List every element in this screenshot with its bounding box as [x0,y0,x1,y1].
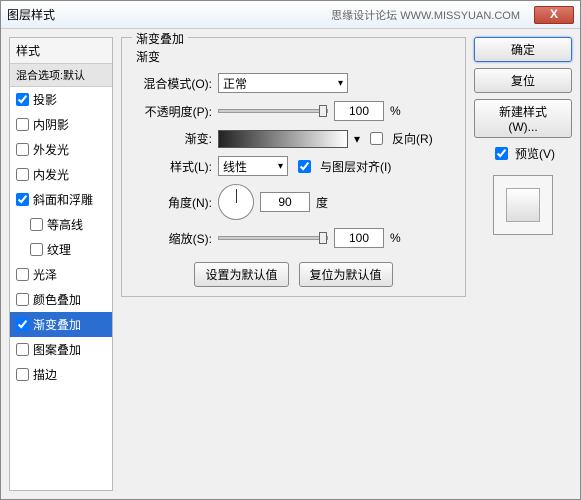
style-item-7[interactable]: 光泽 [10,262,112,287]
style-label: 颜色叠加 [33,291,81,308]
layer-style-dialog: 图层样式 思缘设计论坛 WWW.MISSYUAN.COM X 样式 混合选项:默… [0,0,581,500]
style-label: 投影 [33,91,57,108]
set-default-button[interactable]: 设置为默认值 [194,262,288,287]
cancel-button[interactable]: 复位 [474,68,572,93]
style-item-5[interactable]: 等高线 [10,212,112,237]
preview-checkbox[interactable] [495,147,508,160]
style-label: 渐变叠加 [33,316,81,333]
gradient-label: 渐变: [136,130,212,147]
style-label: 图案叠加 [33,341,81,358]
opacity-input[interactable]: 100 [334,101,384,121]
style-checkbox[interactable] [16,168,29,181]
style-item-11[interactable]: 描边 [10,362,112,387]
style-dropdown[interactable]: 线性 [218,156,288,176]
reverse-checkbox[interactable] [370,132,383,145]
sub-title: 渐变 [136,48,451,65]
scale-input[interactable]: 100 [334,228,384,248]
reverse-label: 反向(R) [392,130,433,147]
style-checkbox[interactable] [16,318,29,331]
watermark: 思缘设计论坛 WWW.MISSYUAN.COM [331,7,520,23]
titlebar[interactable]: 图层样式 思缘设计论坛 WWW.MISSYUAN.COM X [1,1,580,29]
gradient-picker[interactable] [218,130,348,148]
style-item-8[interactable]: 颜色叠加 [10,287,112,312]
style-item-9[interactable]: 渐变叠加 [10,312,112,337]
style-checkbox[interactable] [16,368,29,381]
style-label: 样式(L): [136,158,212,175]
angle-dial[interactable] [218,184,254,220]
style-item-4[interactable]: 斜面和浮雕 [10,187,112,212]
preview-label: 预览(V) [515,145,555,162]
style-item-6[interactable]: 纹理 [10,237,112,262]
style-label: 描边 [33,366,57,383]
ok-button[interactable]: 确定 [474,37,572,62]
reset-default-button[interactable]: 复位为默认值 [299,262,393,287]
style-checkbox[interactable] [16,143,29,156]
style-checkbox[interactable] [16,343,29,356]
dropdown-arrow-icon[interactable]: ▾ [354,132,360,146]
angle-input[interactable]: 90 [260,192,310,212]
close-button[interactable]: X [534,6,574,24]
style-label: 内发光 [33,166,69,183]
style-checkbox[interactable] [16,268,29,281]
align-label: 与图层对齐(I) [320,158,391,175]
content: 样式 混合选项:默认 投影内阴影外发光内发光斜面和浮雕等高线纹理光泽颜色叠加渐变… [1,29,580,499]
opacity-label: 不透明度(P): [136,103,212,120]
style-item-10[interactable]: 图案叠加 [10,337,112,362]
style-item-3[interactable]: 内发光 [10,162,112,187]
percent-label2: % [390,231,401,245]
style-checkbox[interactable] [30,218,43,231]
scale-slider[interactable] [218,236,328,240]
settings-panel: 渐变叠加 渐变 混合模式(O): 正常 不透明度(P): 100 % 渐变: ▾ [121,37,466,491]
blend-mode-dropdown[interactable]: 正常 [218,73,348,93]
style-checkbox[interactable] [30,243,43,256]
styles-header[interactable]: 样式 [10,38,112,64]
style-checkbox[interactable] [16,193,29,206]
preview-inner [506,188,540,222]
style-label: 内阴影 [33,116,69,133]
style-item-1[interactable]: 内阴影 [10,112,112,137]
style-checkbox[interactable] [16,293,29,306]
blend-mode-label: 混合模式(O): [136,75,212,92]
percent-label: % [390,104,401,118]
style-checkbox[interactable] [16,93,29,106]
style-label: 外发光 [33,141,69,158]
angle-unit: 度 [316,194,328,211]
styles-list: 样式 混合选项:默认 投影内阴影外发光内发光斜面和浮雕等高线纹理光泽颜色叠加渐变… [9,37,113,491]
right-panel: 确定 复位 新建样式(W)... 预览(V) [474,37,572,491]
new-style-button[interactable]: 新建样式(W)... [474,99,572,138]
scale-label: 缩放(S): [136,230,212,247]
align-checkbox[interactable] [298,160,311,173]
opacity-slider[interactable] [218,109,328,113]
gradient-overlay-group: 渐变叠加 渐变 混合模式(O): 正常 不透明度(P): 100 % 渐变: ▾ [121,37,466,297]
style-label: 等高线 [47,216,83,233]
style-item-2[interactable]: 外发光 [10,137,112,162]
blend-options-default[interactable]: 混合选项:默认 [10,64,112,87]
style-label: 纹理 [47,241,71,258]
angle-label: 角度(N): [136,194,212,211]
preview-swatch [493,175,553,235]
style-label: 斜面和浮雕 [33,191,93,208]
style-label: 光泽 [33,266,57,283]
style-item-0[interactable]: 投影 [10,87,112,112]
group-title: 渐变叠加 [132,30,188,47]
style-checkbox[interactable] [16,118,29,131]
